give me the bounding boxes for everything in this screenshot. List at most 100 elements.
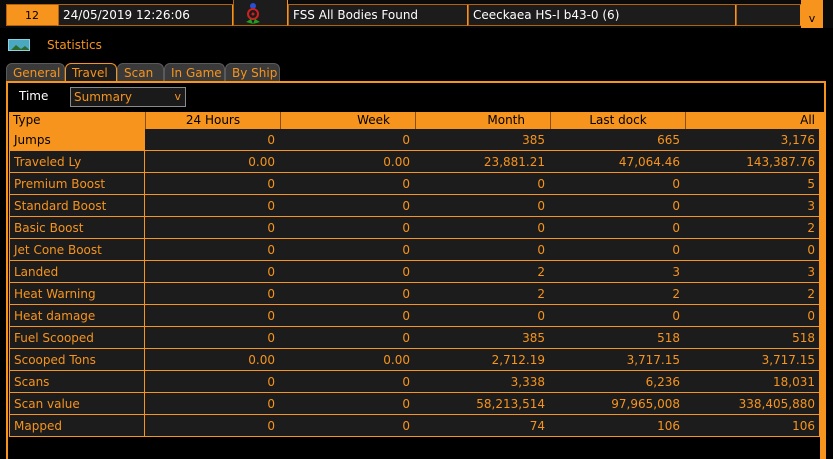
time-label: Time [19,89,49,103]
table-cell-month: 0 [414,173,550,195]
table-cell-week: 0 [279,415,415,437]
table-cell-week: 0 [279,195,415,217]
table-cell-all: 18,031 [684,371,820,393]
table-cell-week: 0 [279,129,415,151]
tab-in-game[interactable]: In Game [164,63,225,81]
table-cell-last-dock: 3,717.15 [549,349,685,371]
table-cell-month: 2 [414,261,550,283]
table-cell-all: 5 [684,173,820,195]
time-select[interactable]: Summary v [70,87,186,107]
table-cell-last-dock: 0 [549,195,685,217]
table-cell-all: 3,176 [684,129,820,151]
tab-scan[interactable]: Scan [117,63,164,81]
column-header-24-hours[interactable]: 24 Hours [145,112,280,129]
column-header-month[interactable]: Month [415,112,550,129]
journal-row-event: FSS All Bodies Found [288,5,468,26]
table-row[interactable]: Mapped 0 0 74 106 106 [9,415,820,437]
table-cell-24-hours: 0 [144,173,280,195]
tab-travel[interactable]: Travel [65,63,117,81]
table-cell-week: 0 [279,173,415,195]
table-row[interactable]: Basic Boost 0 0 0 0 2 [9,217,820,239]
table-scrollbar[interactable] [820,112,826,459]
journal-scroll-down-button[interactable]: v [801,0,823,28]
table-cell-all: 0 [684,239,820,261]
table-cell-month: 0 [414,305,550,327]
table-cell-month: 23,881.21 [414,151,550,173]
statistics-title: Statistics [47,38,102,52]
table-cell-24-hours: 0 [144,217,280,239]
table-cell-last-dock: 2 [549,283,685,305]
table-cell-24-hours: 0.00 [144,151,280,173]
table-cell-week: 0 [279,371,415,393]
table-row[interactable]: Heat Warning 0 0 2 2 2 [9,283,820,305]
journal-row-notes [736,5,801,26]
table-cell-type: Jumps [9,129,145,151]
table-row[interactable]: Scooped Tons 0.00 0.00 2,712.19 3,717.15 3,71… [9,349,820,371]
table-cell-last-dock: 0 [549,173,685,195]
picture-icon [8,39,30,51]
chevron-down-icon: v [174,90,181,103]
table-cell-all: 2 [684,283,820,305]
table-row[interactable]: Traveled Ly 0.00 0.00 23,881.21 47,064.46 143… [9,151,820,173]
table-cell-month: 2 [414,283,550,305]
table-row[interactable]: Standard Boost 0 0 0 0 3 [9,195,820,217]
column-header-week[interactable]: Week [280,112,415,129]
table-row[interactable]: Scans 0 0 3,338 6,236 18,031 [9,371,820,393]
table-cell-type: Scooped Tons [9,349,145,371]
table-cell-type: Mapped [9,415,145,437]
table-cell-week: 0 [279,217,415,239]
table-cell-24-hours: 0 [144,261,280,283]
table-cell-type: Jet Cone Boost [9,239,145,261]
table-cell-month: 385 [414,327,550,349]
table-cell-type: Basic Boost [9,217,145,239]
table-cell-type: Traveled Ly [9,151,145,173]
tab-by-ship[interactable]: By Ship [225,63,280,81]
table-cell-type: Standard Boost [9,195,145,217]
journal-row-details: Ceeckaea HS-I b43-0 (6) [468,5,736,26]
table-cell-type: Fuel Scooped [9,327,145,349]
table-cell-month: 0 [414,217,550,239]
journal-row[interactable]: 12 24/05/2019 12:26:06 FSS All Bodies Fo… [0,0,833,28]
table-cell-24-hours: 0 [144,283,280,305]
table-row[interactable]: Premium Boost 0 0 0 0 5 [9,173,820,195]
table-row[interactable]: Jumps 0 0 385 665 3,176 [9,129,820,151]
column-header-last-dock[interactable]: Last dock [550,112,685,129]
table-cell-last-dock: 665 [549,129,685,151]
table-cell-week: 0 [279,327,415,349]
table-cell-month: 385 [414,129,550,151]
table-cell-all: 0 [684,305,820,327]
column-header-all[interactable]: All [685,112,820,129]
table-cell-month: 3,338 [414,371,550,393]
table-cell-week: 0 [279,261,415,283]
table-cell-24-hours: 0 [144,239,280,261]
table-row[interactable]: Fuel Scooped 0 0 385 518 518 [9,327,820,349]
table-cell-last-dock: 47,064.46 [549,151,685,173]
table-cell-24-hours: 0 [144,393,280,415]
table-cell-last-dock: 518 [549,327,685,349]
table-row[interactable]: Scan value 0 0 58,213,514 97,965,008 338,405,… [9,393,820,415]
table-cell-type: Heat damage [9,305,145,327]
table-cell-month: 2,712.19 [414,349,550,371]
table-cell-last-dock: 0 [549,239,685,261]
column-header-type[interactable]: Type [9,112,145,129]
table-cell-type: Scan value [9,393,145,415]
table-cell-week: 0 [279,283,415,305]
table-cell-type: Premium Boost [9,173,145,195]
table-cell-month: 74 [414,415,550,437]
table-cell-24-hours: 0 [144,415,280,437]
table-cell-last-dock: 3 [549,261,685,283]
table-row[interactable]: Heat damage 0 0 0 0 0 [9,305,820,327]
table-cell-type: Heat Warning [9,283,145,305]
table-cell-all: 2 [684,217,820,239]
table-cell-24-hours: 0 [144,305,280,327]
table-cell-last-dock: 97,965,008 [549,393,685,415]
tab-general[interactable]: General [6,63,65,81]
journal-row-datetime: 24/05/2019 12:26:06 [58,5,233,26]
table-cell-month: 0 [414,239,550,261]
table-cell-month: 0 [414,195,550,217]
table-row[interactable]: Landed 0 0 2 3 3 [9,261,820,283]
table-row[interactable]: Jet Cone Boost 0 0 0 0 0 [9,239,820,261]
table-cell-type: Landed [9,261,145,283]
table-cell-all: 106 [684,415,820,437]
table-cell-all: 3 [684,261,820,283]
